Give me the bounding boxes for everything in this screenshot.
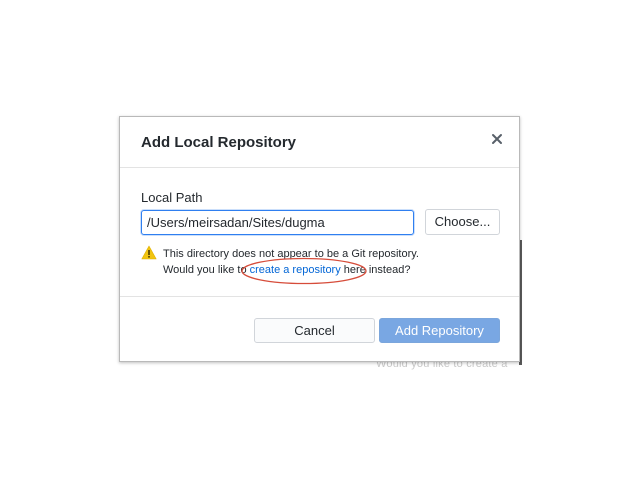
screenshot-canvas: Would you like to create a Add Local Rep… xyxy=(0,0,640,480)
dialog-body: Local Path Choose... This directory does… xyxy=(120,168,519,297)
dialog-title: Add Local Repository xyxy=(141,134,297,151)
dialog-footer: Cancel Add Repository xyxy=(120,297,519,363)
close-icon[interactable] xyxy=(489,131,505,147)
choose-button[interactable]: Choose... xyxy=(425,209,500,235)
local-path-label: Local Path xyxy=(141,190,203,205)
warning-icon xyxy=(141,245,157,260)
warning-line-1: This directory does not appear to be a G… xyxy=(163,248,419,260)
add-local-repository-dialog: Add Local Repository Local Path Choose..… xyxy=(119,116,520,362)
local-path-input[interactable] xyxy=(141,210,414,235)
warning-line-2-prefix: Would you like to xyxy=(163,264,250,276)
warning-line-2-suffix: here instead? xyxy=(340,264,411,276)
create-repository-link[interactable]: create a repository xyxy=(250,264,341,276)
warning-message: This directory does not appear to be a G… xyxy=(163,246,419,278)
add-repository-button[interactable]: Add Repository xyxy=(379,318,500,343)
dialog-header: Add Local Repository xyxy=(120,117,519,168)
cancel-button[interactable]: Cancel xyxy=(254,318,375,343)
warning-line-2: Would you like to create a repository he… xyxy=(163,262,419,278)
